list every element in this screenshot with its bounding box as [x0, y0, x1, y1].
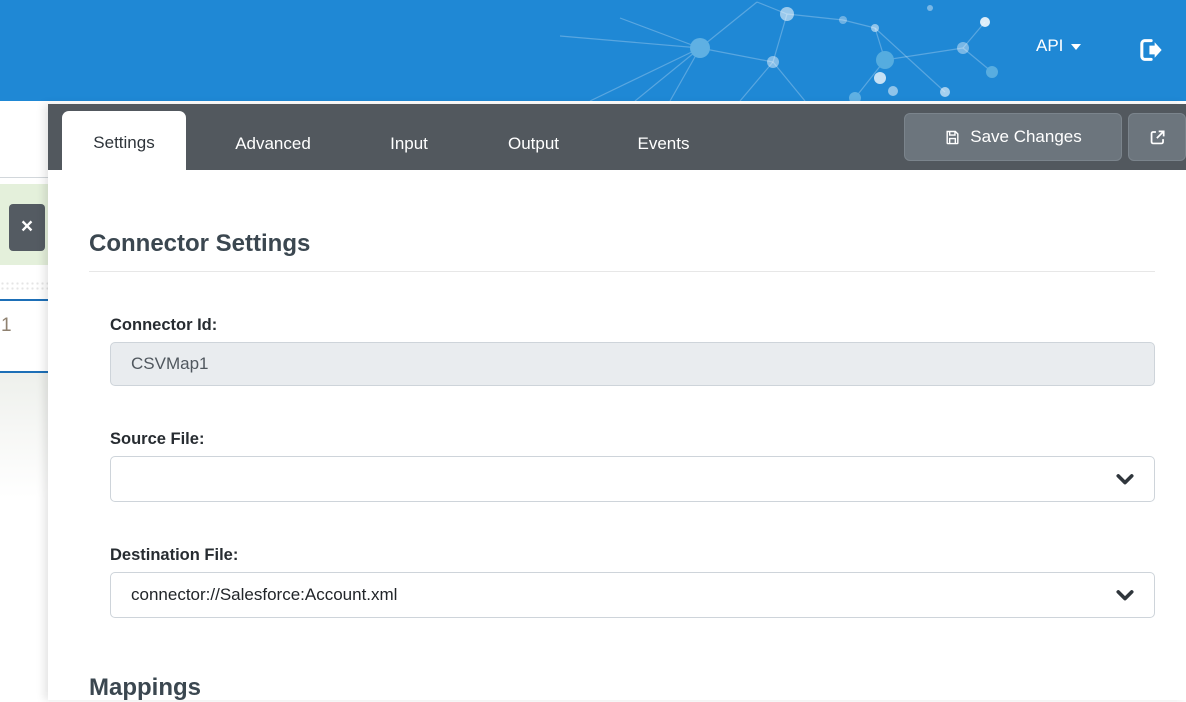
source-file-field: Source File: [110, 430, 1155, 502]
sign-out-button[interactable] [1136, 36, 1164, 64]
sign-out-icon [1140, 39, 1162, 61]
mappings-title: Mappings [89, 674, 201, 701]
source-file-label: Source File: [110, 430, 205, 448]
close-button[interactable]: × [9, 204, 45, 251]
connector-id-input: CSVMap1 [110, 342, 1155, 386]
external-link-icon [1150, 129, 1165, 144]
floppy-disk-icon [946, 130, 959, 144]
app-header: API [0, 0, 1186, 101]
destination-file-value: connector://Salesforce:Account.xml [131, 585, 398, 604]
connector-id-field: Connector Id: CSVMap1 [110, 316, 1155, 386]
tab-input[interactable]: Input [358, 104, 460, 170]
selection-border-top [0, 299, 48, 301]
tab-events[interactable]: Events [612, 104, 715, 170]
destination-file-label: Destination File: [110, 546, 239, 564]
open-external-button[interactable] [1128, 113, 1186, 161]
tab-output[interactable]: Output [482, 104, 585, 170]
section-divider [89, 271, 1155, 272]
settings-form: Connector Settings Connector Id: CSVMap1… [48, 170, 1186, 702]
destination-file-field: Destination File: connector://Salesforce… [110, 546, 1155, 618]
tab-bar: Settings Advanced Input Output Events Sa… [48, 104, 1186, 170]
section-title: Connector Settings [89, 230, 311, 257]
chevron-down-icon [1116, 589, 1134, 600]
save-changes-label: Save Changes [970, 127, 1082, 146]
highlighted-row: × [0, 184, 48, 265]
caret-down-icon [1071, 44, 1082, 50]
network-constellation-graphic [560, 1, 998, 101]
chevron-down-icon [1116, 473, 1134, 484]
destination-file-select[interactable]: connector://Salesforce:Account.xml [110, 572, 1155, 618]
source-file-select[interactable] [110, 456, 1155, 502]
dotted-texture [0, 281, 48, 292]
api-menu[interactable]: API [1036, 36, 1082, 56]
connector-panel: Settings Advanced Input Output Events Sa… [48, 104, 1186, 702]
background-page: × 1 [0, 101, 48, 700]
divider [0, 177, 48, 178]
save-changes-button[interactable]: Save Changes [904, 113, 1122, 161]
connector-id-label: Connector Id: [110, 316, 218, 334]
tab-settings[interactable]: Settings [62, 111, 186, 170]
partial-row-text: 1 [1, 315, 12, 336]
texture-fade [0, 373, 48, 498]
tab-advanced[interactable]: Advanced [203, 104, 343, 170]
api-menu-label: API [1036, 36, 1064, 55]
